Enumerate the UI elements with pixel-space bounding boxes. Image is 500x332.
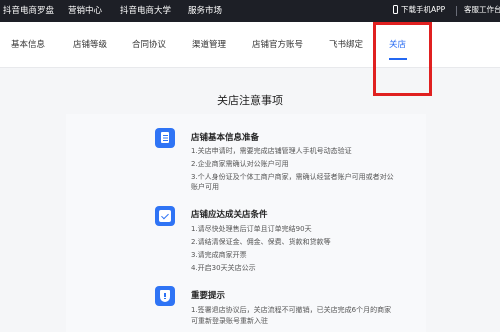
section-title-close-conditions: 店铺应达成关店条件	[191, 210, 268, 220]
phone-icon[interactable]	[393, 5, 398, 14]
page-title: 关店注意事项	[217, 94, 283, 107]
tab-store-level[interactable]: 店铺等级	[73, 38, 107, 50]
nav-ecommerce-university[interactable]: 抖音电商大学	[120, 4, 171, 16]
checkbox-icon	[155, 206, 175, 226]
document-icon	[155, 128, 175, 148]
section-1-line-1: 1.关店申请时，需要完成店铺管理人手机号动态验证	[191, 147, 352, 155]
section-2-line-4: 4.开启30天关店公示	[191, 264, 256, 272]
section-title-store-info: 店铺基本信息准备	[191, 133, 260, 143]
tab-basic-info[interactable]: 基本信息	[11, 38, 45, 50]
section-2-line-2: 2.请结清保证金、佣金、保费、货款和贷款等	[191, 238, 331, 246]
top-navigation-bar: 抖音电商罗盘 营销中心 抖音电商大学 服务市场 下载手机APP 客服工作台	[0, 0, 500, 22]
section-2-line-3: 3.请完成商家开票	[191, 251, 247, 259]
tab-feishu-binding[interactable]: 飞书绑定	[329, 38, 363, 50]
section-title-important: 重要提示	[191, 291, 226, 301]
nav-compass[interactable]: 抖音电商罗盘	[3, 4, 54, 16]
highlight-annotation-box	[373, 22, 432, 96]
section-1-line-3: 3.个人身份证及个体工商户商家，需确认经营者账户可用或者对公	[191, 173, 394, 181]
divider	[456, 6, 457, 16]
tab-channel-management[interactable]: 渠道管理	[192, 38, 226, 50]
section-3-line-1: 1.签署退店协议后，关店流程不可撤销，已关店完成6个月的商家	[191, 306, 392, 314]
nav-marketing-center[interactable]: 营销中心	[68, 4, 102, 16]
shield-warning-icon	[155, 286, 175, 306]
tab-contract[interactable]: 合同协议	[132, 38, 166, 50]
nav-service-market[interactable]: 服务市场	[188, 4, 222, 16]
service-center-link[interactable]: 客服工作台	[464, 4, 500, 15]
download-app-link[interactable]: 下载手机APP	[401, 4, 445, 15]
section-1-line-2: 2.企业商家需确认对公账户可用	[191, 160, 289, 168]
section-1-line-4: 账户可用	[191, 183, 219, 191]
tab-official-account[interactable]: 店铺官方账号	[252, 38, 303, 50]
section-2-line-1: 1.请尽快处理售后订单且订单完结90天	[191, 225, 312, 233]
section-3-line-2: 可重新登录账号重新入驻	[191, 317, 268, 325]
